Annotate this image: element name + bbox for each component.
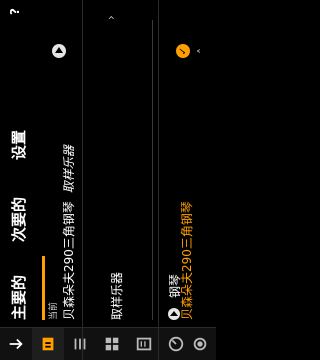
chevron-right-icon[interactable]: › — [104, 15, 118, 20]
tab-primary[interactable]: 主要的 — [8, 275, 29, 320]
current-instrument-name: 贝森朵夫290三角钢琴 — [62, 201, 76, 320]
current-instrument: 贝森朵夫290三角钢琴 取样乐器 — [60, 145, 77, 320]
toolbar — [0, 327, 216, 360]
tab-bar: 主要的 次要的 设置 — [8, 0, 45, 320]
selected-check-icon: ✓ — [176, 44, 190, 58]
play-preview-button[interactable] — [52, 44, 66, 58]
tab-secondary[interactable]: 次要的 — [8, 197, 29, 242]
divider — [82, 0, 83, 360]
current-label: 当前 — [49, 301, 59, 320]
divider — [158, 0, 159, 360]
app-canvas: 主要的 次要的 设置 ? 当前 贝森朵夫290三角钢琴 取样乐器 取样乐器 › … — [0, 0, 216, 360]
active-tab-indicator — [42, 256, 45, 320]
book-icon[interactable] — [128, 328, 160, 360]
chevron-up-icon[interactable]: ˄ — [196, 48, 210, 54]
gear-icon[interactable] — [184, 328, 216, 360]
grid-icon[interactable] — [96, 328, 128, 360]
instrument-selector-row: 取样乐器 › — [86, 0, 158, 320]
help-button[interactable]: ? — [8, 8, 22, 15]
row-divider — [152, 20, 153, 320]
selected-instrument[interactable]: 贝森朵夫290三角钢琴 — [178, 201, 195, 320]
sampled-instrument-label: 取样乐器 — [110, 271, 124, 320]
back-arrow-icon[interactable] — [0, 328, 32, 360]
instrument-icon[interactable] — [32, 328, 64, 360]
list-icon[interactable] — [64, 328, 96, 360]
current-instrument-type: 取样乐器 — [62, 145, 76, 194]
tab-settings[interactable]: 设置 — [8, 130, 29, 160]
